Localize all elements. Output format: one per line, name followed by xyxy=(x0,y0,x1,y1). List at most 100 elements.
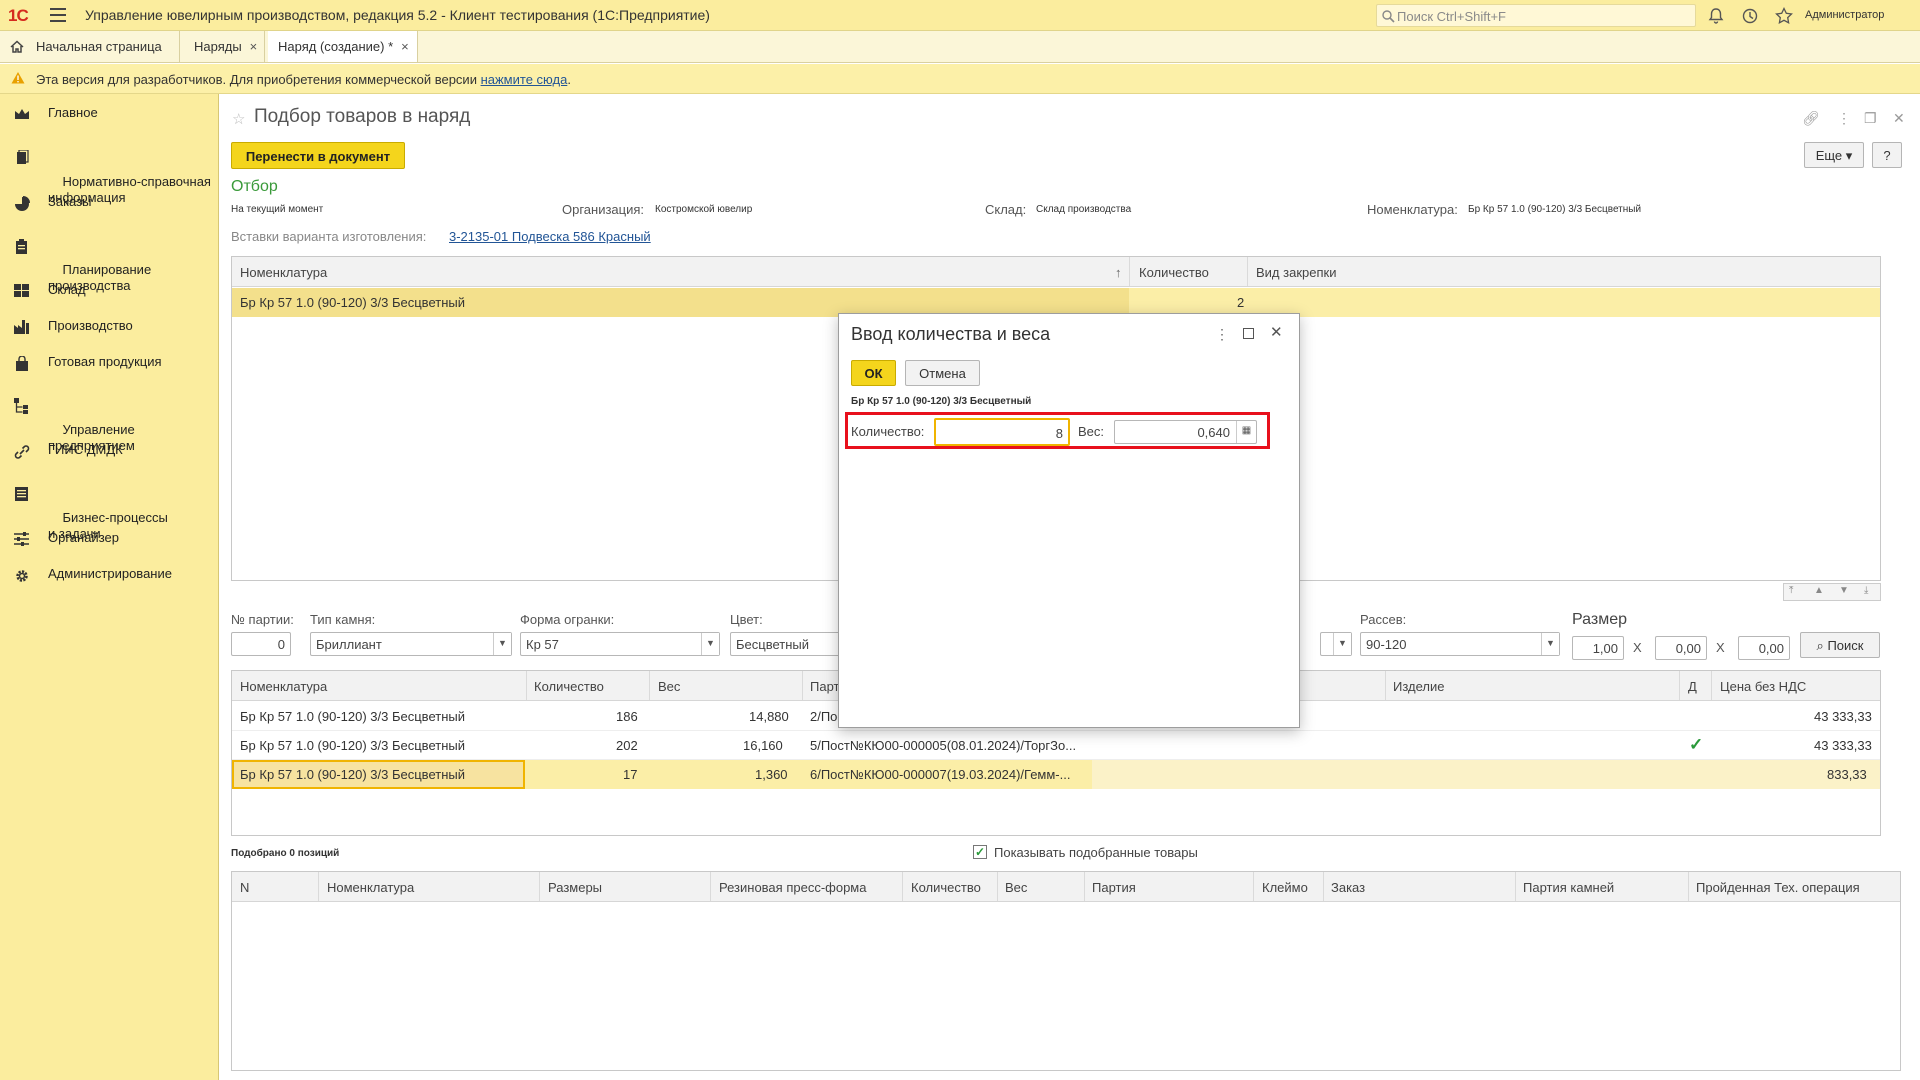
variant-link[interactable]: 3-2135-01 Подвеска 586 Красный xyxy=(449,229,651,244)
ok-button[interactable]: ОК xyxy=(851,360,896,386)
column-header[interactable]: Партия xyxy=(1092,880,1136,895)
show-picked-checkbox[interactable]: ✓ xyxy=(973,845,987,859)
chevron-down-icon[interactable]: ▼ xyxy=(493,633,511,655)
close-icon[interactable]: ✕ xyxy=(1893,110,1905,127)
buy-link[interactable]: нажмите сюда xyxy=(481,72,568,87)
chevron-down-icon[interactable]: ▼ xyxy=(1541,633,1559,655)
column-header[interactable]: Номенклатура xyxy=(240,265,327,280)
bell-icon[interactable] xyxy=(1706,6,1726,26)
size-input-1[interactable]: 1,00 xyxy=(1572,636,1624,660)
global-search-input[interactable]: Поиск Ctrl+Shift+F xyxy=(1376,4,1696,27)
grid-icon xyxy=(14,284,29,297)
chevron-down-icon[interactable]: ▼ xyxy=(1333,633,1351,655)
history-icon[interactable] xyxy=(1740,6,1760,26)
close-icon[interactable]: ✕ xyxy=(1270,323,1283,341)
column-header[interactable]: Пройденная Тех. операция xyxy=(1696,880,1860,895)
size-input-3[interactable]: 0,00 xyxy=(1738,636,1790,660)
sidebar-item-enterprise[interactable]: Управление предприятием xyxy=(0,390,219,470)
stone-type-value: Бриллиант xyxy=(316,637,382,652)
close-icon[interactable]: × xyxy=(401,39,409,54)
table-row-selected[interactable]: Бр Кр 57 1.0 (90-120) 3/3 Бесцветный 17 … xyxy=(232,760,1880,789)
column-header[interactable]: Количество xyxy=(911,880,981,895)
user-name[interactable]: Администратор xyxy=(1805,9,1884,21)
move-down-icon[interactable]: ▼ xyxy=(1839,585,1849,596)
link-icon[interactable]: 🔗︎ xyxy=(1802,110,1820,127)
batch-label: № партии: xyxy=(231,612,294,627)
quantity-weight-dialog: Ввод количества и веса ⋮ ✕ ОК Отмена Бр … xyxy=(838,313,1300,728)
column-header[interactable]: Клеймо xyxy=(1262,880,1308,895)
move-to-document-button[interactable]: Перенести в документ xyxy=(231,142,405,169)
sidebar-item-business-processes[interactable]: Бизнес-процессы и задачи xyxy=(0,478,219,558)
column-header[interactable]: Номенклатура xyxy=(327,880,414,895)
app-logo: 1С xyxy=(8,6,29,25)
cut-label: Форма огранки: xyxy=(520,612,615,627)
list-icon xyxy=(15,487,28,501)
cancel-button[interactable]: Отмена xyxy=(905,360,980,386)
column-header[interactable]: Количество xyxy=(1139,265,1209,280)
maximize-icon[interactable]: ❐ xyxy=(1864,110,1877,127)
chevron-down-icon[interactable]: ▼ xyxy=(701,633,719,655)
org-value: Костромской ювелир xyxy=(655,204,753,215)
column-header[interactable]: Партия камней xyxy=(1523,880,1614,895)
maximize-icon[interactable] xyxy=(1243,328,1254,339)
sieve-value: 90-120 xyxy=(1366,637,1407,652)
favorites-star-icon[interactable] xyxy=(1774,6,1794,26)
tab-order-create[interactable]: Наряд (создание) * × xyxy=(268,31,418,62)
hidden-select[interactable]: ▼ xyxy=(1320,632,1352,656)
cell-quantity: 17 xyxy=(623,767,638,782)
tab-label: Начальная страница xyxy=(36,39,162,54)
stone-type-label: Тип камня: xyxy=(310,612,376,627)
help-button[interactable]: ? xyxy=(1872,142,1902,168)
column-header[interactable]: Размеры xyxy=(548,880,602,895)
stone-type-select[interactable]: Бриллиант ▼ xyxy=(310,632,512,656)
sieve-select[interactable]: 90-120 ▼ xyxy=(1360,632,1560,656)
picked-table[interactable]: N Номенклатура Размеры Резиновая пресс-ф… xyxy=(231,871,1901,1071)
column-header[interactable]: Вес xyxy=(1005,880,1027,895)
cut-select[interactable]: Кр 57 ▼ xyxy=(520,632,720,656)
sidebar-item-warehouse[interactable]: Склад xyxy=(0,282,219,298)
more-vertical-icon[interactable]: ⋮ xyxy=(1215,326,1229,343)
search-button[interactable]: ⌕ Поиск xyxy=(1800,632,1880,658)
column-header[interactable]: Количество xyxy=(534,679,604,694)
sidebar-item-reference[interactable]: Нормативно-справочная информация xyxy=(0,142,219,222)
tab-home[interactable]: Начальная страница xyxy=(0,31,180,62)
sidebar-item-planning[interactable]: Планирование производства xyxy=(0,230,219,310)
favorite-star-icon[interactable]: ☆ xyxy=(232,110,245,128)
color-label: Цвет: xyxy=(730,612,763,627)
move-top-icon[interactable]: ⤒ xyxy=(1789,585,1793,596)
menu-icon[interactable] xyxy=(50,8,66,22)
move-bottom-icon[interactable]: ⤓ xyxy=(1864,585,1868,596)
column-header[interactable]: Цена без НДС xyxy=(1720,679,1806,694)
dialog-item-name: Бр Кр 57 1.0 (90-120) 3/3 Бесцветный xyxy=(851,396,1032,407)
move-up-icon[interactable]: ▲ xyxy=(1814,585,1824,596)
search-placeholder: Поиск Ctrl+Shift+F xyxy=(1397,9,1506,24)
column-header[interactable]: Вес xyxy=(658,679,680,694)
sidebar-item-admin[interactable]: Администрирование xyxy=(0,566,219,582)
column-header[interactable]: Парт xyxy=(810,679,839,694)
batch-input[interactable]: 0 xyxy=(231,632,291,656)
sort-arrow-icon[interactable]: ↑ xyxy=(1115,265,1122,280)
sidebar-item-giis[interactable]: ГИИС ДМДК xyxy=(0,442,219,459)
nomenclature-value: Бр Кр 57 1.0 (90-120) 3/3 Бесцветный xyxy=(1468,204,1642,215)
column-header[interactable]: Резиновая пресс-форма xyxy=(719,880,866,895)
sidebar-item-label: Склад xyxy=(48,282,86,297)
cell-batch: 5/Пост№КЮ00-000005(08.01.2024)/ТоргЗо... xyxy=(810,738,1077,753)
column-header[interactable]: Номенклатура xyxy=(240,679,327,694)
size-input-2[interactable]: 0,00 xyxy=(1655,636,1707,660)
sidebar-item-orders[interactable]: Заказы xyxy=(0,194,219,211)
column-header[interactable]: N xyxy=(240,880,249,895)
sidebar-item-production[interactable]: Производство xyxy=(0,318,219,334)
check-icon[interactable]: ✓ xyxy=(1689,735,1703,755)
table-row[interactable]: Бр Кр 57 1.0 (90-120) 3/3 Бесцветный 202… xyxy=(232,731,1880,760)
sidebar-item-organizer[interactable]: Органайзер xyxy=(0,530,219,546)
more-button[interactable]: Еще ▾ xyxy=(1804,142,1864,168)
column-header[interactable]: Вид закрепки xyxy=(1256,265,1336,280)
column-header[interactable]: Изделие xyxy=(1393,679,1444,694)
more-vertical-icon[interactable]: ⋮ xyxy=(1837,110,1851,127)
close-icon[interactable]: × xyxy=(250,39,258,54)
column-header[interactable]: Д xyxy=(1688,679,1697,694)
sidebar-item-main[interactable]: Главное xyxy=(0,105,219,121)
sidebar-item-finished-goods[interactable]: Готовая продукция xyxy=(0,354,219,371)
column-header[interactable]: Заказ xyxy=(1331,880,1365,895)
tab-orders[interactable]: Наряды × xyxy=(184,31,265,62)
